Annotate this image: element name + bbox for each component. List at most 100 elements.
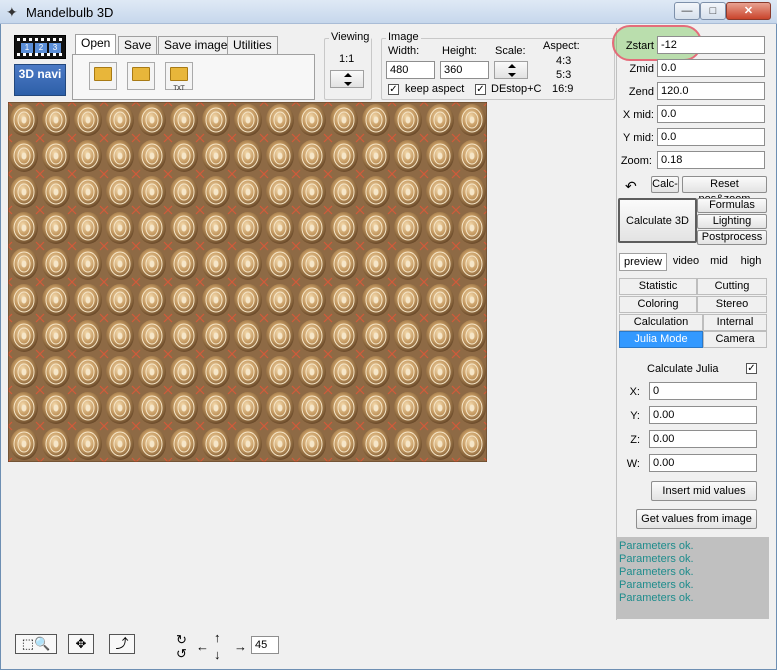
- julia-w-input[interactable]: 0.00: [649, 454, 757, 472]
- maximize-button[interactable]: □: [700, 2, 726, 20]
- arrow-down-icon[interactable]: ↓: [214, 647, 221, 662]
- film-number-3: 3: [49, 43, 61, 53]
- rotation-arrows[interactable]: ↻ ↺ ← ↑ ↓ →: [174, 630, 248, 662]
- animation-film-icon[interactable]: 1 2 3: [14, 35, 66, 59]
- aspect-5-3-option[interactable]: 5:3: [556, 69, 571, 81]
- arrow-right-icon[interactable]: →: [234, 639, 247, 654]
- log-line: Parameters ok.: [619, 566, 694, 578]
- julia-y-label: Y:: [630, 410, 640, 422]
- calculate-3d-button[interactable]: Calculate 3D: [618, 198, 697, 243]
- zstart-input[interactable]: -12: [657, 36, 765, 54]
- tab-high[interactable]: high: [736, 253, 766, 271]
- folder-icon: [94, 67, 112, 81]
- 3d-navi-label: 3D navi: [18, 67, 62, 81]
- log-line: Parameters ok.: [619, 579, 694, 591]
- scale-label: Scale:: [495, 45, 526, 57]
- close-button[interactable]: ✕: [726, 2, 771, 20]
- open-m3i-button[interactable]: [127, 62, 155, 90]
- tab-utilities[interactable]: Utilities: [227, 36, 278, 54]
- insert-mid-values-button[interactable]: Insert mid values: [651, 481, 757, 501]
- julia-x-label: X:: [629, 386, 640, 398]
- title-bar: ✦ Mandelbulb 3D — □ ✕: [0, 0, 777, 24]
- folder-icon: [170, 67, 188, 81]
- tab-coloring[interactable]: Coloring: [619, 296, 697, 313]
- viewing-group: [324, 38, 372, 100]
- keep-aspect-label: keep aspect: [405, 83, 465, 95]
- tab-save-image[interactable]: Save image: [158, 36, 234, 54]
- draw-path-icon[interactable]: ⤴: [109, 634, 135, 654]
- tab-internal[interactable]: Internal: [703, 314, 767, 331]
- step-angle-input[interactable]: 45: [251, 636, 279, 654]
- select-zoom-icon[interactable]: ⬚🔍: [15, 634, 57, 654]
- scale-spinner[interactable]: [494, 61, 528, 79]
- tab-camera[interactable]: Camera: [703, 331, 767, 348]
- open-parameters-button[interactable]: [89, 62, 117, 90]
- move-icon[interactable]: ✥: [68, 634, 94, 654]
- zend-input[interactable]: 120.0: [657, 82, 765, 100]
- tab-video[interactable]: video: [670, 253, 702, 271]
- viewing-spinner[interactable]: [330, 70, 364, 88]
- formulas-button[interactable]: Formulas: [697, 198, 767, 213]
- mandelbulb-app-icon: ✦: [6, 4, 18, 20]
- julia-y-input[interactable]: 0.00: [649, 406, 757, 424]
- get-values-from-image-button[interactable]: Get values from image: [636, 509, 757, 529]
- aspect-label: Aspect:: [543, 40, 580, 52]
- arrow-up-icon[interactable]: ↑: [214, 630, 221, 645]
- tab-statistic[interactable]: Statistic: [619, 278, 697, 295]
- folder-icon: [132, 67, 150, 81]
- open-button-label: TXT: [173, 86, 185, 92]
- calc-minus-button[interactable]: Calc-: [651, 176, 679, 193]
- height-label: Height:: [442, 45, 477, 57]
- 3d-navi-button[interactable]: 3D navi: [14, 64, 66, 96]
- tab-mid[interactable]: mid: [705, 253, 733, 271]
- tab-cutting[interactable]: Cutting: [697, 278, 767, 295]
- keep-aspect-checkbox[interactable]: ✓: [388, 84, 399, 95]
- zoom-input[interactable]: 0.18: [657, 151, 765, 169]
- destop-label: DEstop+C: [491, 83, 542, 95]
- aspect-4-3-option[interactable]: 4:3: [556, 55, 571, 67]
- zoom-label: Zoom:: [620, 155, 652, 167]
- postprocess-button[interactable]: Postprocess: [697, 230, 767, 245]
- xmid-input[interactable]: 0.0: [657, 105, 765, 123]
- ymid-label: Y mid:: [623, 132, 654, 144]
- zmid-label: Zmid: [629, 63, 654, 75]
- arrow-left-icon[interactable]: ←: [196, 639, 209, 654]
- arrow-down-icon: [508, 73, 516, 77]
- undo-icon[interactable]: ↶: [625, 178, 637, 195]
- film-number-1: 1: [21, 43, 33, 53]
- xmid-label: X mid:: [622, 109, 654, 121]
- zmid-input[interactable]: 0.0: [657, 59, 765, 77]
- julia-z-input[interactable]: 0.00: [649, 430, 757, 448]
- tab-calculation[interactable]: Calculation: [619, 314, 703, 331]
- tab-preview[interactable]: preview: [619, 253, 667, 271]
- calculate-julia-label: Calculate Julia: [647, 363, 719, 375]
- width-input[interactable]: 480: [386, 61, 435, 79]
- arrow-up-icon: [344, 73, 352, 77]
- calculate-julia-checkbox[interactable]: ✓: [746, 363, 757, 374]
- width-label: Width:: [388, 45, 420, 57]
- julia-z-label: Z:: [630, 434, 640, 446]
- window-title: Mandelbulb 3D: [26, 5, 114, 20]
- open-txt-button[interactable]: TXT: [165, 62, 193, 92]
- rotate-right-icon[interactable]: ↺: [176, 646, 187, 662]
- julia-w-label: W:: [626, 458, 640, 470]
- tab-open[interactable]: Open: [75, 34, 117, 55]
- zend-label: Zend: [628, 86, 654, 98]
- aspect-16-9-option[interactable]: 16:9: [552, 83, 573, 95]
- tab-save[interactable]: Save: [118, 36, 158, 54]
- film-number-2: 2: [35, 43, 47, 53]
- height-input[interactable]: 360: [440, 61, 489, 79]
- tab-julia-mode[interactable]: Julia Mode: [619, 331, 703, 348]
- julia-x-input[interactable]: 0: [649, 382, 757, 400]
- lighting-button[interactable]: Lighting: [697, 214, 767, 229]
- render-preview[interactable]: [8, 102, 487, 462]
- arrow-up-icon: [508, 64, 516, 68]
- minimize-button[interactable]: —: [674, 2, 700, 20]
- reset-pos-zoom-button[interactable]: Reset pos&zoom: [682, 176, 767, 205]
- zstart-label: Zstart: [625, 40, 654, 52]
- tab-stereo[interactable]: Stereo: [697, 296, 767, 313]
- log-line: Parameters ok.: [619, 540, 694, 552]
- destop-checkbox[interactable]: ✓: [475, 84, 486, 95]
- viewing-label: Viewing: [329, 31, 372, 43]
- ymid-input[interactable]: 0.0: [657, 128, 765, 146]
